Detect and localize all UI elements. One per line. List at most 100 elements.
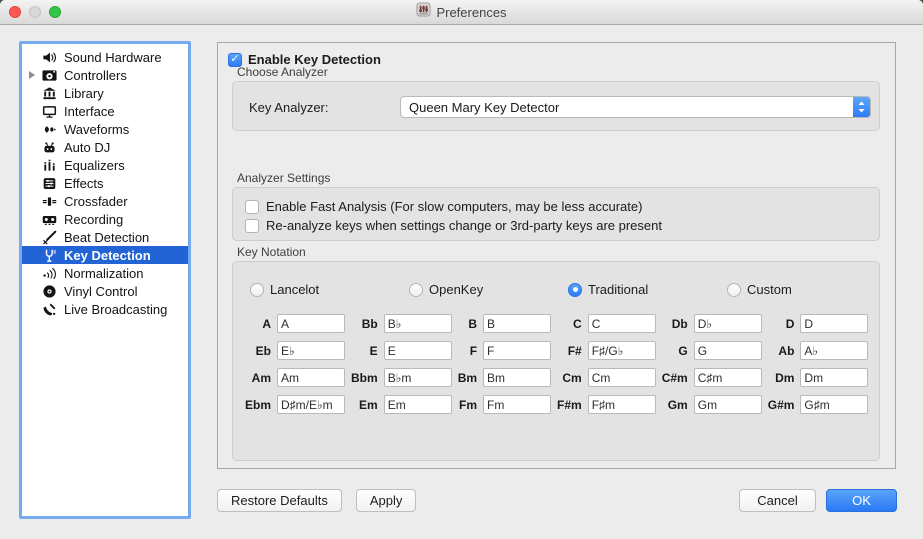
radio-label: Traditional [588, 282, 648, 297]
sidebar-item-sound-hardware[interactable]: Sound Hardware [22, 48, 188, 66]
key-analyzer-selected-value: Queen Mary Key Detector [401, 100, 853, 115]
analyzer-option-row[interactable]: Re-analyze keys when settings change or … [245, 216, 871, 235]
sidebar-item-controllers[interactable]: Controllers [22, 66, 188, 84]
preferences-window: Preferences Sound Hardware ControllersLib… [0, 0, 923, 539]
chevron-up-down-icon [853, 97, 870, 117]
beat-detection-icon [41, 230, 58, 245]
key-notation-input-a[interactable] [277, 314, 345, 333]
key-notation-input-g[interactable] [694, 341, 762, 360]
key-notation-input-em[interactable] [384, 395, 452, 414]
key-notation-input-eb[interactable] [277, 341, 345, 360]
key-label-eb: Eb [256, 344, 271, 358]
key-notation-input-cm[interactable] [588, 368, 656, 387]
key-notation-input-fm[interactable] [483, 395, 551, 414]
close-button[interactable] [9, 6, 21, 18]
key-notation-input-b[interactable] [483, 314, 551, 333]
vinyl-icon [41, 284, 58, 299]
sidebar-item-waveforms[interactable]: Waveforms [22, 120, 188, 138]
key-notation-input-f-m[interactable] [588, 395, 656, 414]
key-label-f-m: F#m [557, 398, 582, 412]
sidebar-item-auto-dj[interactable]: Auto DJ [22, 138, 188, 156]
reanalyze-keys-checkbox[interactable] [245, 219, 259, 233]
key-label-bbm: Bbm [351, 371, 378, 385]
equalizer-icon [41, 158, 58, 173]
key-notation-input-f-[interactable] [588, 341, 656, 360]
key-notation-input-e[interactable] [384, 341, 452, 360]
key-label-ab: Ab [778, 344, 794, 358]
sidebar-item-label: Controllers [64, 68, 127, 83]
cancel-button[interactable]: Cancel [739, 489, 816, 512]
key-notation-input-f[interactable] [483, 341, 551, 360]
sidebar-item-live-broadcasting[interactable]: Live Broadcasting [22, 300, 188, 318]
key-detection-pane: Enable Key Detection Choose Analyzer Key… [217, 42, 896, 469]
titlebar: Preferences [0, 0, 923, 25]
key-label-em: Em [359, 398, 378, 412]
key-notation-input-d[interactable] [800, 314, 868, 333]
library-icon [41, 86, 58, 101]
sidebar-item-effects[interactable]: Effects [22, 174, 188, 192]
key-label-d: D [786, 317, 795, 331]
sidebar-item-library[interactable]: Library [22, 84, 188, 102]
zoom-button[interactable] [49, 6, 61, 18]
sidebar-item-interface[interactable]: Interface [22, 102, 188, 120]
minimize-button[interactable] [29, 6, 41, 18]
sidebar-item-vinyl-control[interactable]: Vinyl Control [22, 282, 188, 300]
key-label-gm: Gm [668, 398, 688, 412]
radio-label: Lancelot [270, 282, 319, 297]
key-label-c-m: C#m [662, 371, 688, 385]
radio-button[interactable] [727, 283, 741, 297]
radio-traditional[interactable]: Traditional [568, 282, 727, 297]
key-notation-input-ab[interactable] [800, 341, 868, 360]
key-notation-input-bm[interactable] [483, 368, 551, 387]
preferences-app-icon [416, 2, 431, 22]
disclosure-triangle-icon[interactable] [22, 71, 41, 79]
key-detection-icon [41, 248, 58, 263]
key-label-e: E [370, 344, 378, 358]
sidebar-item-key-detection[interactable]: Key Detection [22, 246, 188, 264]
key-notation-input-dm[interactable] [800, 368, 868, 387]
radio-lancelot[interactable]: Lancelot [250, 282, 409, 297]
apply-button[interactable]: Apply [356, 489, 417, 512]
radio-button[interactable] [409, 283, 423, 297]
choose-analyzer-group-label: Choose Analyzer [237, 65, 328, 79]
key-analyzer-row: Key Analyzer: Queen Mary Key Detector [249, 96, 871, 118]
recording-icon [41, 212, 58, 227]
robot-icon [41, 140, 58, 155]
radio-openkey[interactable]: OpenKey [409, 282, 568, 297]
radio-button[interactable] [250, 283, 264, 297]
sidebar-item-equalizers[interactable]: Equalizers [22, 156, 188, 174]
fast-analysis-checkbox[interactable] [245, 200, 259, 214]
controller-icon [41, 68, 58, 83]
key-label-g-m: G#m [768, 398, 795, 412]
key-notation-input-ebm[interactable] [277, 395, 345, 414]
title-area: Preferences [416, 2, 506, 22]
radio-custom[interactable]: Custom [727, 282, 886, 297]
key-notation-input-gm[interactable] [694, 395, 762, 414]
key-analyzer-select[interactable]: Queen Mary Key Detector [400, 96, 871, 118]
crossfader-icon [41, 194, 58, 209]
sidebar-item-crossfader[interactable]: Crossfader [22, 192, 188, 210]
key-label-f: F [470, 344, 477, 358]
key-label-fm: Fm [459, 398, 477, 412]
preferences-category-list[interactable]: Sound Hardware ControllersLibraryInterfac… [19, 41, 191, 519]
key-notation-input-g-m[interactable] [800, 395, 868, 414]
key-notation-input-bbm[interactable] [384, 368, 452, 387]
analyzer-option-row[interactable]: Enable Fast Analysis (For slow computers… [245, 197, 871, 216]
key-notation-input-bb[interactable] [384, 314, 452, 333]
restore-defaults-button[interactable]: Restore Defaults [217, 489, 342, 512]
key-label-b: B [468, 317, 477, 331]
key-label-f-: F# [568, 344, 582, 358]
sidebar-item-recording[interactable]: Recording [22, 210, 188, 228]
key-analyzer-label: Key Analyzer: [249, 100, 400, 115]
key-label-c: C [573, 317, 582, 331]
analyzer-settings-options: Enable Fast Analysis (For slow computers… [245, 197, 871, 235]
sidebar-item-normalization[interactable]: Normalization [22, 264, 188, 282]
key-notation-input-am[interactable] [277, 368, 345, 387]
key-notation-input-c-m[interactable] [694, 368, 762, 387]
key-notation-input-c[interactable] [588, 314, 656, 333]
ok-button[interactable]: OK [826, 489, 897, 512]
radio-button[interactable] [568, 283, 582, 297]
sidebar-item-beat-detection[interactable]: Beat Detection [22, 228, 188, 246]
key-notation-input-db[interactable] [694, 314, 762, 333]
sidebar-item-label: Beat Detection [64, 230, 149, 245]
